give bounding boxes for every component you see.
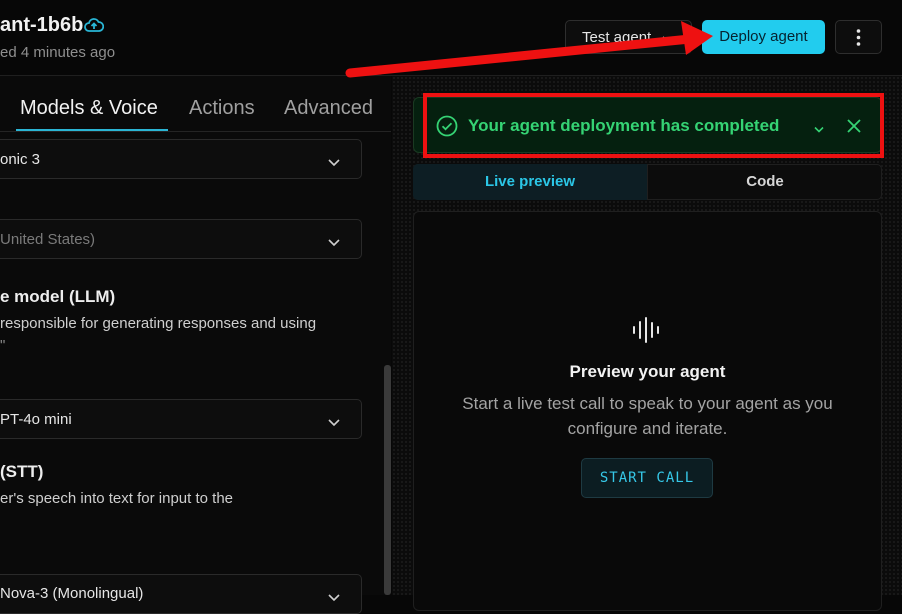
- preview-description: Start a live test call to speak to your …: [462, 394, 833, 438]
- tab-advanced[interactable]: Advanced: [284, 97, 373, 120]
- test-agent-dropdown[interactable]: Test agent: [565, 20, 692, 54]
- stt-select[interactable]: Nova-3 (Monolingual): [0, 574, 362, 614]
- language-select-value: United States): [0, 231, 96, 248]
- tabs-divider: [0, 131, 391, 132]
- tab-models-voice[interactable]: Models & Voice: [20, 97, 158, 120]
- audio-waveform-icon: [632, 316, 662, 349]
- cloud-upload-icon[interactable]: [84, 17, 105, 40]
- chevron-down-icon: [328, 414, 340, 431]
- language-select[interactable]: United States): [0, 219, 362, 259]
- tab-code[interactable]: Code: [647, 164, 882, 200]
- llm-section-description: responsible for generating responses and…: [0, 315, 317, 332]
- stt-section-description: er's speech into text for input to the: [0, 490, 233, 507]
- llm-select-value: PT-4o mini: [0, 411, 72, 428]
- chevron-down-icon: [328, 154, 340, 171]
- tab-live-preview[interactable]: Live preview: [413, 164, 647, 200]
- chevron-down-icon: [662, 31, 674, 48]
- saved-status: ed 4 minutes ago: [0, 44, 116, 61]
- chevron-down-icon: [328, 589, 340, 606]
- voice-select-value: onic 3: [0, 151, 41, 168]
- vertical-dots-icon: [856, 29, 861, 46]
- llm-section-description-cont: ": [0, 337, 6, 354]
- annotation-highlight-box: [423, 93, 884, 158]
- deploy-agent-button[interactable]: Deploy agent: [702, 20, 825, 54]
- agent-name: ant-1b6b: [0, 14, 84, 36]
- start-call-button[interactable]: START CALL: [581, 458, 713, 498]
- chevron-down-icon: [328, 234, 340, 251]
- llm-select[interactable]: PT-4o mini: [0, 399, 362, 439]
- tab-actions[interactable]: Actions: [189, 97, 255, 120]
- stt-section-title: (STT): [0, 462, 44, 481]
- test-agent-label: Test agent: [582, 29, 652, 46]
- voice-select[interactable]: onic 3: [0, 139, 362, 179]
- more-options-button[interactable]: [835, 20, 882, 54]
- preview-title: Preview your agent: [569, 362, 726, 381]
- llm-section-title: e model (LLM): [0, 287, 116, 306]
- scrollbar-thumb[interactable]: [384, 365, 391, 595]
- stt-select-value: Nova-3 (Monolingual): [0, 585, 144, 602]
